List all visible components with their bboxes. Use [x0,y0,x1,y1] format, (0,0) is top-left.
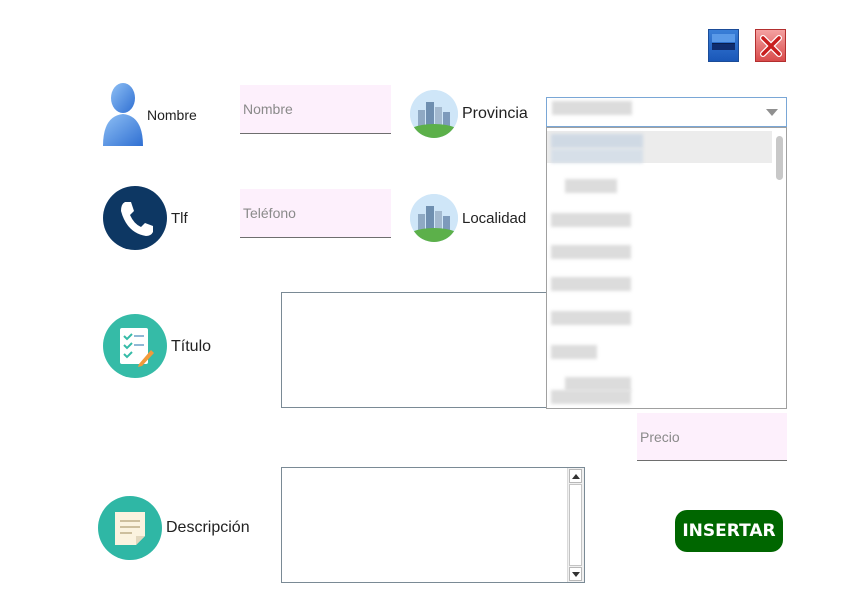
list-item-text [551,390,631,404]
insertar-button[interactable]: INSERTAR [675,510,783,552]
provincia-combobox[interactable] [546,97,787,127]
list-item-text [551,149,643,163]
descripcion-label: Descripción [166,519,250,536]
list-item[interactable] [547,342,772,362]
provincia-dropdown-list[interactable] [546,127,787,409]
arrow-up-icon [572,474,580,479]
nombre-label: Nombre [147,107,197,123]
titulo-label: Título [171,338,212,355]
list-item-text [551,213,631,227]
dropdown-scrollbar[interactable] [772,128,786,408]
note-icon [98,496,162,560]
telefono-field[interactable] [240,189,391,238]
localidad-label: Localidad [462,210,527,227]
chevron-down-icon[interactable] [766,109,778,116]
list-item[interactable] [547,308,772,328]
scroll-down-button[interactable] [569,567,582,581]
phone-icon [103,186,167,250]
list-item[interactable] [547,176,772,196]
scroll-track[interactable] [569,484,582,566]
list-item[interactable] [547,274,772,294]
blurred-selected-text [552,101,632,115]
list-item-text [551,245,631,259]
close-button[interactable] [755,29,786,62]
list-item[interactable] [547,210,772,230]
telefono-label: Tlf [171,210,188,227]
list-item-text [551,311,631,325]
minimize-button[interactable] [708,29,739,62]
close-x-icon [760,35,782,57]
list-item-text [565,377,631,391]
city-icon-localidad [410,194,458,242]
checklist-icon [103,314,167,378]
list-item[interactable] [547,131,772,163]
form-window: Nombre Provincia Tlf [0,0,847,600]
descripcion-scrollbar[interactable] [567,468,584,582]
list-item-text [551,345,597,359]
nombre-field[interactable] [240,85,391,134]
scroll-thumb[interactable] [776,136,783,180]
list-item-text [551,277,631,291]
list-item-text [565,179,617,193]
minimize-icon [712,34,735,42]
person-icon [101,82,146,148]
precio-field[interactable] [637,413,787,461]
list-item[interactable] [547,242,772,262]
minimize-bar [712,43,735,50]
scroll-up-button[interactable] [569,469,582,483]
city-icon [410,90,458,138]
provincia-label: Provincia [462,105,528,122]
arrow-down-icon [572,572,580,577]
list-item[interactable] [547,390,772,408]
descripcion-textarea[interactable] [281,467,585,583]
list-item-text [551,134,643,148]
